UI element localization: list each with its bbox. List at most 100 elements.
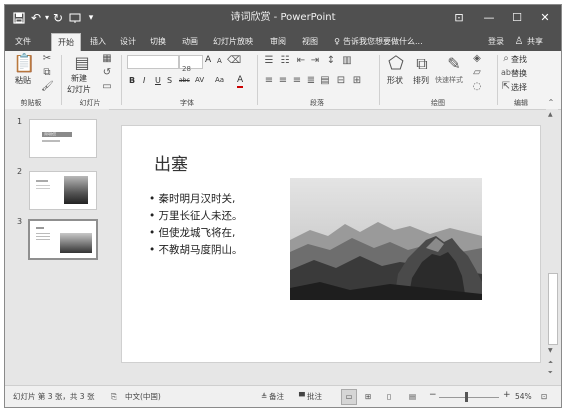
shape-fill-icon[interactable]: ◈ xyxy=(471,53,483,65)
bullet-item[interactable]: • 秦时明月汉时关, xyxy=(149,192,235,206)
quick-styles-icon[interactable]: ✎ xyxy=(443,53,465,75)
save-icon[interactable] xyxy=(11,5,27,31)
redo-icon[interactable]: ↻ xyxy=(51,5,65,31)
smartart-icon[interactable]: ⊞ xyxy=(351,75,363,87)
comments-button[interactable]: 批注 xyxy=(307,391,322,403)
quick-styles-label[interactable]: 快速样式 xyxy=(435,75,463,86)
notes-icon[interactable]: ≜ xyxy=(261,391,267,403)
normal-view-icon[interactable]: ▭ xyxy=(341,389,357,405)
align-center-icon[interactable]: ≡ xyxy=(277,75,289,87)
paste-icon[interactable]: 📋 xyxy=(13,53,35,75)
decrease-indent-icon[interactable]: ⇤ xyxy=(295,55,307,67)
layout-icon[interactable]: ▦ xyxy=(101,53,113,65)
tab-insert[interactable]: 插入 xyxy=(87,33,109,51)
copy-icon[interactable]: ⧉ xyxy=(41,67,53,79)
new-slide-label[interactable]: 新建 xyxy=(71,73,87,84)
reading-view-icon[interactable]: ▯ xyxy=(387,391,391,403)
format-painter-icon[interactable]: 🖌 xyxy=(41,81,54,93)
replace-icon[interactable]: ab xyxy=(501,67,511,79)
close-button[interactable]: ✕ xyxy=(531,5,559,31)
arrange-label[interactable]: 排列 xyxy=(413,75,429,86)
font-color-button[interactable]: A xyxy=(237,75,244,88)
zoom-level[interactable]: 54% xyxy=(515,391,532,403)
comments-icon[interactable]: ▀ xyxy=(299,391,305,403)
tab-home[interactable]: 开始 xyxy=(51,33,81,52)
numbering-icon[interactable]: ☷ xyxy=(279,55,291,67)
bullet-item[interactable]: • 万里长征人未还。 xyxy=(149,209,243,223)
shape-effects-icon[interactable]: ◌ xyxy=(471,81,483,93)
italic-button[interactable]: I xyxy=(143,75,145,86)
zoom-slider[interactable] xyxy=(439,397,499,398)
new-slide-icon[interactable]: ▤ xyxy=(71,53,93,73)
spelling-check-icon[interactable]: ⎘ xyxy=(111,391,117,403)
slide-title[interactable]: 出塞 xyxy=(154,150,188,175)
slideshow-icon[interactable]: ▤ xyxy=(409,391,416,403)
strikethrough-button[interactable]: abc xyxy=(179,75,190,86)
tab-view[interactable]: 视图 xyxy=(299,33,321,51)
shrink-font-icon[interactable]: A xyxy=(217,56,222,67)
start-from-beginning-icon[interactable] xyxy=(67,5,83,31)
tab-design[interactable]: 设计 xyxy=(117,33,139,51)
bold-button[interactable]: B xyxy=(129,75,135,86)
reset-icon[interactable]: ↺ xyxy=(101,67,113,79)
shapes-icon[interactable]: ⬠ xyxy=(385,53,407,75)
arrange-icon[interactable]: ⧉ xyxy=(411,53,433,75)
ribbon-display-options-icon[interactable]: ⊡ xyxy=(445,5,473,31)
share-button[interactable]: 共享 xyxy=(524,33,546,51)
tell-me-search[interactable]: 告诉我您想要做什么... xyxy=(343,33,443,51)
language-indicator[interactable]: 中文(中国) xyxy=(125,391,161,403)
replace-button[interactable]: 替换 xyxy=(511,68,527,79)
zoom-slider-thumb[interactable] xyxy=(465,392,468,402)
slide-thumbnail-2[interactable] xyxy=(29,171,97,210)
line-spacing-icon[interactable]: ↕ xyxy=(325,55,337,67)
underline-button[interactable]: U xyxy=(155,75,161,86)
new-slide-label-2[interactable]: 幻灯片 xyxy=(67,84,91,95)
zoom-in-icon[interactable]: + xyxy=(503,389,511,401)
shapes-label[interactable]: 形状 xyxy=(387,75,403,86)
cut-icon[interactable]: ✂ xyxy=(41,53,53,65)
fit-to-window-icon[interactable]: ⊡ xyxy=(541,391,547,403)
align-text-icon[interactable]: ⊟ xyxy=(335,75,347,87)
shape-outline-icon[interactable]: ▱ xyxy=(471,67,483,79)
tab-transitions[interactable]: 切换 xyxy=(147,33,169,51)
tab-file[interactable]: 文件 xyxy=(11,33,35,51)
maximize-button[interactable]: ☐ xyxy=(503,5,531,31)
font-name-box[interactable] xyxy=(127,55,179,69)
paste-label[interactable]: 粘贴 xyxy=(15,75,31,86)
select-icon[interactable]: ⇱ xyxy=(501,81,511,93)
vertical-scrollbar[interactable]: ▲ ▼ ⏶ ⏷ xyxy=(546,109,558,381)
clear-formatting-icon[interactable]: ⌫ xyxy=(227,55,241,67)
slide-canvas[interactable]: 出塞 • 秦时明月汉时关, • 万里长征人未还。 • 但使龙城飞将在, • 不教… xyxy=(121,125,541,363)
slide-thumbnail-3[interactable] xyxy=(28,219,98,260)
find-button[interactable]: 查找 xyxy=(511,54,527,65)
undo-dropdown-icon[interactable]: ▾ xyxy=(43,5,51,31)
select-button[interactable]: 选择 xyxy=(511,82,527,93)
notes-button[interactable]: 备注 xyxy=(269,391,284,403)
align-left-icon[interactable]: ≡ xyxy=(263,75,275,87)
section-icon[interactable]: ▭ xyxy=(101,81,113,93)
minimize-button[interactable]: — xyxy=(475,5,503,31)
scrollbar-thumb[interactable] xyxy=(548,273,558,345)
bullet-item[interactable]: • 但使龙城飞将在, xyxy=(149,226,235,240)
sign-in-link[interactable]: 登录 xyxy=(485,33,507,51)
font-size-box[interactable]: 28 xyxy=(179,55,203,73)
columns-icon[interactable]: ▥ xyxy=(341,55,353,67)
increase-indent-icon[interactable]: ⇥ xyxy=(309,55,321,67)
tab-review[interactable]: 审阅 xyxy=(267,33,289,51)
scroll-down-icon[interactable]: ▼ xyxy=(548,347,553,354)
tab-slideshow[interactable]: 幻灯片放映 xyxy=(209,33,257,51)
tab-animations[interactable]: 动画 xyxy=(179,33,201,51)
customize-toolbar-icon[interactable]: ▾ xyxy=(85,5,97,31)
previous-slide-icon[interactable]: ⏶ xyxy=(548,359,553,367)
character-spacing-button[interactable]: AV xyxy=(195,75,204,86)
justify-icon[interactable]: ≣ xyxy=(305,75,317,87)
scroll-up-icon[interactable]: ▲ xyxy=(548,111,553,118)
find-icon[interactable]: ⌕ xyxy=(501,53,511,65)
zoom-out-icon[interactable]: − xyxy=(429,389,437,401)
align-right-icon[interactable]: ≡ xyxy=(291,75,303,87)
slide-sorter-icon[interactable]: ⊞ xyxy=(365,391,371,403)
mountain-photo[interactable] xyxy=(290,178,482,300)
next-slide-icon[interactable]: ⏷ xyxy=(548,369,553,377)
distributed-icon[interactable]: ▤ xyxy=(319,75,331,87)
change-case-button[interactable]: Aa xyxy=(215,75,224,86)
